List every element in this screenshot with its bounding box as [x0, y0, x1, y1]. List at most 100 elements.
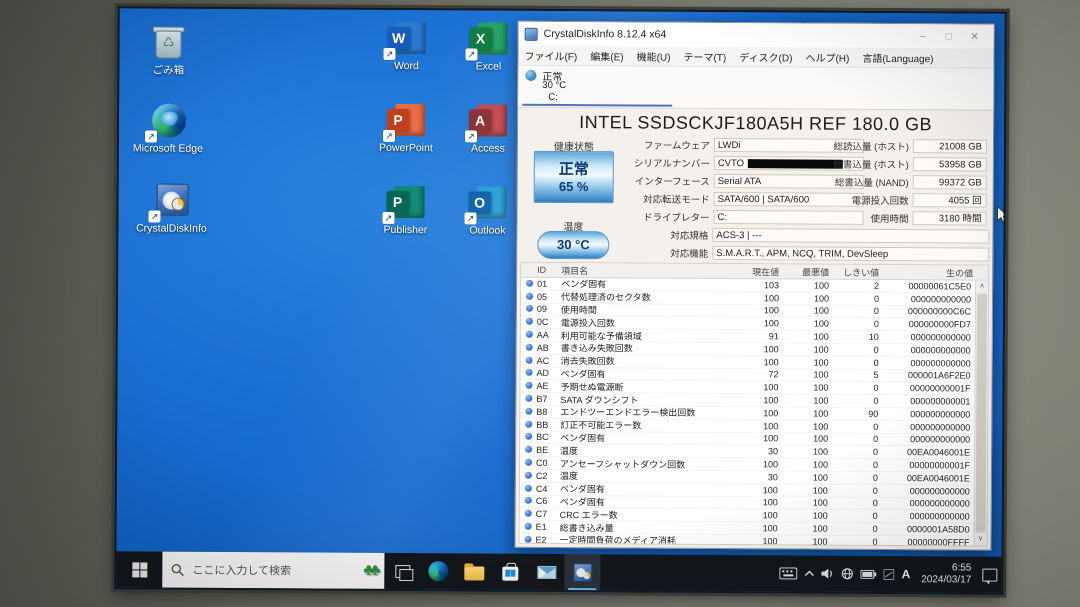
- task-view-icon: [395, 564, 410, 577]
- window-titlebar[interactable]: CrystalDiskInfo 8.12.4 x64 – □ ✕: [519, 22, 994, 49]
- menu-item[interactable]: ファイル(F): [524, 48, 577, 63]
- window-title: CrystalDiskInfo 8.12.4 x64: [544, 28, 910, 42]
- hidden-icons-chevron-icon[interactable]: [805, 569, 815, 577]
- cell-current-value: 30: [734, 472, 784, 482]
- cell-worst-value: 100: [785, 319, 835, 329]
- cell-id: C4: [536, 483, 560, 493]
- ime-indicator[interactable]: A: [902, 567, 911, 581]
- desktop-icon-office-app[interactable]: P ↗ Publisher: [364, 178, 446, 260]
- microsoft-store-icon: [502, 566, 518, 580]
- network-icon[interactable]: [842, 568, 854, 580]
- header-id[interactable]: ID: [537, 265, 561, 275]
- status-dot-icon: [520, 483, 536, 493]
- ime-mode-icon[interactable]: [884, 568, 895, 579]
- menu-item[interactable]: ディスク(D): [739, 49, 792, 64]
- health-status-box[interactable]: 正常 65 %: [534, 151, 614, 203]
- cell-worst-value: 100: [784, 408, 834, 418]
- app-icon: [525, 27, 538, 40]
- cell-attribute-name: エンドツーエンドエラー検出回数: [560, 405, 734, 419]
- scroll-up-icon[interactable]: ∧: [976, 281, 988, 293]
- desktop-icon-office-app[interactable]: P ↗ PowerPoint: [365, 96, 447, 178]
- cell-threshold: 0: [834, 434, 884, 444]
- crystaldiskinfo-icon: ↗: [150, 180, 192, 220]
- cell-current-value: 100: [734, 434, 784, 444]
- battery-icon[interactable]: [861, 569, 877, 578]
- volume-icon[interactable]: [822, 568, 835, 580]
- cell-worst-value: 100: [784, 472, 834, 482]
- table-scrollbar[interactable]: ∧ ∨: [974, 281, 989, 546]
- status-dot-icon: [521, 291, 537, 301]
- taskbar-search-input[interactable]: ここに入力して検索 ♣♣: [162, 552, 384, 589]
- header-threshold[interactable]: しきい値: [835, 265, 885, 278]
- health-status-text: 正常: [535, 158, 613, 179]
- cell-current-value: 100: [734, 523, 784, 533]
- smart-table-body: 01 ベンダ固有 103 100 2 00000061C5E0 05 代替処理済…: [520, 278, 976, 546]
- stat-label: 総書込量 (NAND): [789, 174, 913, 189]
- taskbar-clock[interactable]: 6:55 2024/03/17: [917, 562, 975, 586]
- maximize-button[interactable]: □: [936, 31, 962, 42]
- field-row: 対応機能 S.M.A.R.T., APM, NCQ, TRIM, DevSlee…: [621, 244, 989, 262]
- cell-attribute-name: ベンダ固有: [560, 495, 734, 509]
- status-dot-icon: [520, 471, 536, 481]
- cell-raw-value: 0000001A58D0: [884, 524, 974, 535]
- scroll-down-icon[interactable]: ∨: [975, 534, 987, 546]
- taskbar-file-explorer-button[interactable]: [456, 553, 492, 589]
- cell-raw-value: 00000000FFFF: [884, 537, 974, 546]
- cell-current-value: 100: [735, 344, 785, 354]
- cell-id: B8: [536, 407, 560, 417]
- search-highlight-clover-image[interactable]: ♣♣: [363, 562, 376, 580]
- close-button[interactable]: ✕: [962, 31, 988, 42]
- taskbar-crystaldiskinfo-button[interactable]: [564, 554, 600, 590]
- office-app-icon: O ↗: [466, 182, 508, 222]
- status-dot-icon: [520, 432, 536, 442]
- cell-current-value: 100: [735, 293, 785, 303]
- smart-table-row[interactable]: E2 一定時間負荷のメディア消耗 100 100 0 00000000FFFF: [520, 534, 974, 546]
- cell-raw-value: 000000000001: [884, 396, 974, 407]
- drive-stats: 総読込量 (ホスト) 21008 GB 総書込量 (ホスト) 53958 GB …: [788, 137, 987, 228]
- menu-item[interactable]: 言語(Language): [862, 50, 933, 65]
- task-view-button[interactable]: [384, 553, 420, 589]
- cell-threshold: 10: [835, 332, 885, 342]
- menu-item[interactable]: 編集(E): [590, 48, 623, 63]
- header-attribute-name[interactable]: 項目名: [561, 264, 735, 278]
- cell-current-value: 72: [735, 370, 785, 380]
- temperature-value-box[interactable]: 30 °C: [537, 231, 609, 259]
- cell-id: C0: [536, 458, 560, 468]
- scrollbar-thumb[interactable]: [976, 294, 987, 533]
- smart-table: ID 項目名 現在値 最悪値 しきい値 生の値 01 ベンダ固有 103 100: [519, 262, 990, 547]
- cell-raw-value: 000000000FD7: [885, 319, 975, 330]
- desktop-icon-recycle-bin[interactable]: ♺ ごみ箱: [129, 22, 207, 76]
- taskbar-store-button[interactable]: [492, 554, 528, 590]
- status-dot-icon: [520, 394, 536, 404]
- touch-keyboard-icon[interactable]: [780, 567, 798, 579]
- cell-attribute-name: 総書き込み量: [560, 521, 734, 535]
- menu-item[interactable]: テーマ(T): [683, 49, 726, 64]
- desktop-icon-crystaldiskinfo[interactable]: ↗ CrystalDiskInfo: [132, 180, 210, 234]
- stat-row: 電源投入回数 4055 回: [789, 191, 987, 208]
- field-value: S.M.A.R.T., APM, NCQ, TRIM, DevSleep: [712, 246, 989, 262]
- cell-worst-value: 100: [784, 447, 834, 457]
- taskbar-mail-button[interactable]: [528, 554, 564, 590]
- stat-value: 4055 回: [913, 193, 987, 207]
- cell-threshold: 0: [835, 345, 885, 355]
- cell-attribute-name: 使用時間: [561, 303, 735, 317]
- cell-raw-value: 000000000000: [884, 498, 974, 509]
- header-raw-value[interactable]: 生の値: [885, 265, 975, 279]
- header-worst-value[interactable]: 最悪値: [785, 265, 835, 278]
- notification-center-button[interactable]: [982, 568, 997, 581]
- desktop-icon-office-app[interactable]: W ↗ Word: [365, 14, 447, 96]
- cell-id: 01: [537, 279, 561, 289]
- stat-value: 21008 GB: [913, 139, 987, 153]
- menu-item[interactable]: 機能(U): [637, 48, 671, 63]
- desktop-icon-edge[interactable]: ↗ Microsoft Edge: [129, 100, 207, 154]
- cell-current-value: 100: [734, 459, 784, 469]
- menu-item[interactable]: ヘルプ(H): [805, 49, 849, 64]
- minimize-button[interactable]: –: [910, 31, 936, 42]
- header-current-value[interactable]: 現在値: [735, 265, 785, 278]
- cell-id: BE: [536, 445, 560, 455]
- start-button[interactable]: [116, 551, 162, 587]
- taskbar-edge-button[interactable]: [420, 553, 456, 589]
- drive-tab-c[interactable]: 正常 30 °C C:: [522, 68, 672, 107]
- cell-current-value: 100: [734, 510, 784, 520]
- stat-value: 99372 GB: [913, 175, 987, 189]
